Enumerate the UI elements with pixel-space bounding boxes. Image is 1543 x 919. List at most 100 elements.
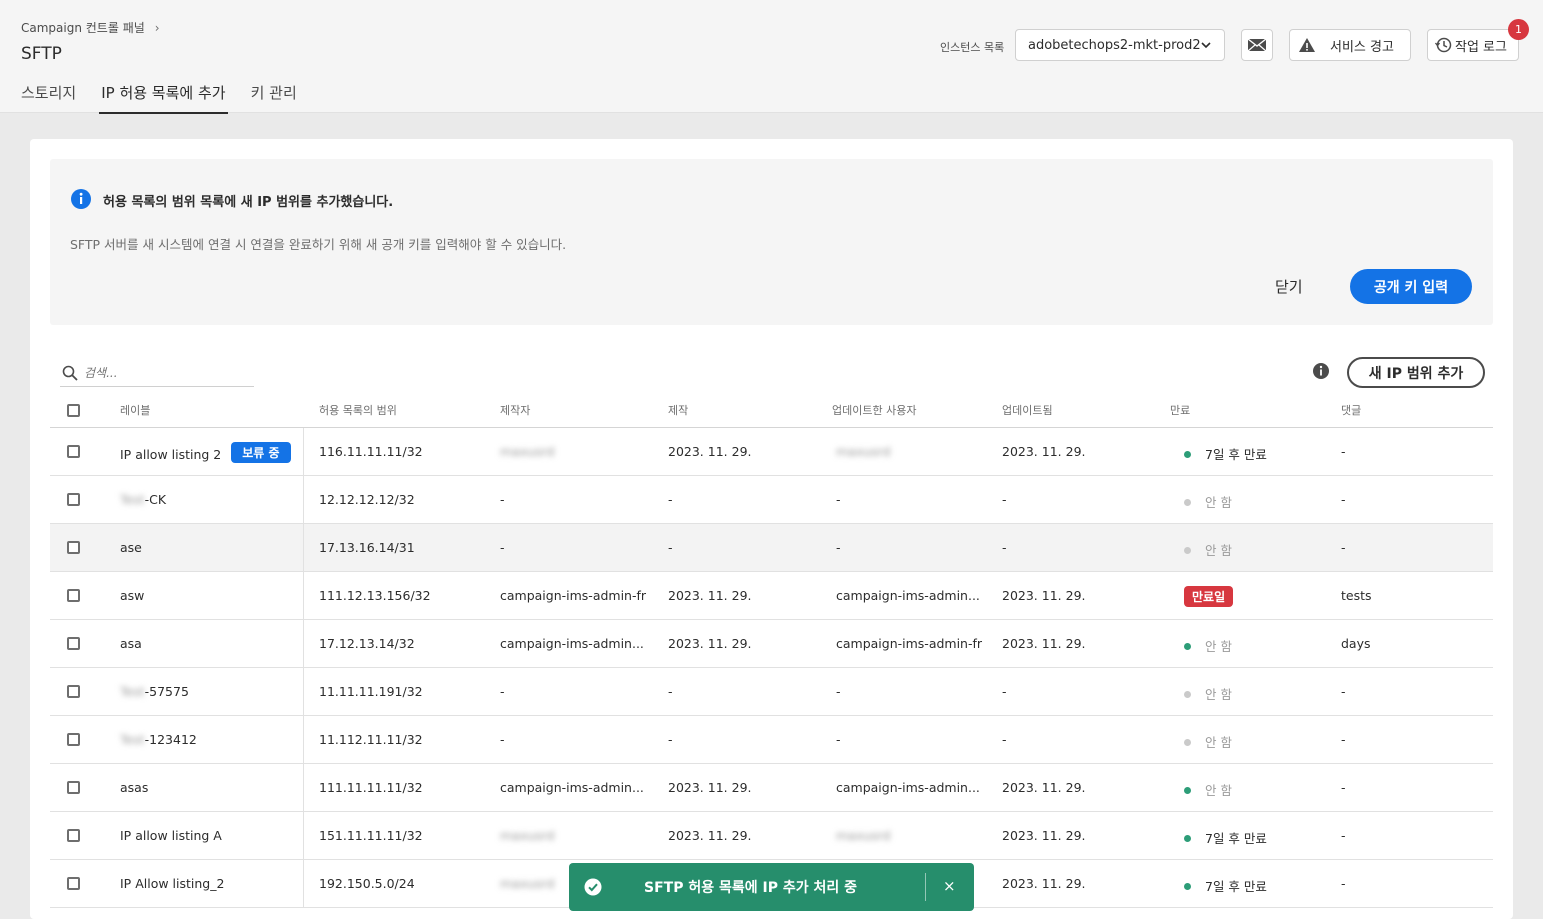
column-divider	[303, 476, 304, 524]
column-divider	[303, 812, 304, 860]
cell-created: 2023. 11. 29.	[668, 636, 752, 651]
warning-icon	[1299, 38, 1315, 52]
cell-range: 17.13.16.14/31	[319, 540, 415, 555]
status-dot	[1184, 643, 1191, 650]
row-checkbox[interactable]	[67, 637, 80, 650]
cell-creator: -	[500, 540, 505, 555]
notification-badge: 1	[1508, 19, 1529, 40]
column-header-created[interactable]: 제작	[668, 402, 688, 418]
banner-close-button[interactable]: 닫기	[1275, 276, 1303, 297]
tab-key-management[interactable]: 키 관리	[251, 80, 297, 113]
cell-comment: -	[1341, 828, 1346, 843]
column-header-updater[interactable]: 업데이트한 사용자	[832, 402, 916, 418]
table-body: IP allow listing 2 보류 중 116.11.11.11/32 max…	[50, 428, 1493, 908]
expiry-text: 7일 후 만료	[1205, 879, 1267, 894]
status-dot	[1184, 883, 1191, 890]
toast-close-button[interactable]: ×	[943, 877, 956, 895]
table-row[interactable]: IP allow listing 2 보류 중 116.11.11.11/32 max…	[50, 428, 1493, 476]
select-all-checkbox[interactable]	[67, 404, 80, 417]
add-ip-range-button[interactable]: 새 IP 범위 추가	[1347, 357, 1485, 388]
breadcrumb-link[interactable]: Campaign 컨트롤 패널	[21, 19, 145, 36]
table-row[interactable]: asas 111.11.11.11/32 campaign-ims-admin...…	[50, 764, 1493, 812]
column-divider	[303, 764, 304, 812]
toast-message: SFTP 허용 목록에 IP 추가 처리 중	[644, 880, 857, 896]
status-dot	[1184, 691, 1191, 698]
cell-range: 192.150.5.0/24	[319, 876, 415, 891]
cell-expiry: 만료일	[1184, 586, 1234, 609]
tab-storage[interactable]: 스토리지	[21, 80, 76, 113]
cell-label: asas	[120, 780, 148, 795]
label-text: asw	[120, 588, 145, 603]
expiry-text: 7일 후 만료	[1205, 447, 1267, 462]
cell-updated: 2023. 11. 29.	[1002, 444, 1086, 459]
cell-updated: -	[1002, 684, 1007, 699]
table-row[interactable]: IP allow listing A 151.11.11.11/32 maxusrd…	[50, 812, 1493, 860]
row-checkbox[interactable]	[67, 541, 80, 554]
row-checkbox[interactable]	[67, 589, 80, 602]
cell-updated: 2023. 11. 29.	[1002, 588, 1086, 603]
cell-creator: maxusrd	[500, 444, 555, 459]
cell-comment: -	[1341, 492, 1346, 507]
instance-select[interactable]: adobetechops2-mkt-prod2	[1015, 29, 1225, 61]
row-checkbox[interactable]	[67, 445, 80, 458]
label-text: IP allow listing A	[120, 828, 222, 843]
job-log-label: 작업 로그	[1455, 39, 1507, 55]
cell-expiry: 7일 후 만료	[1184, 444, 1267, 463]
service-alert-button[interactable]: 서비스 경고	[1289, 29, 1411, 61]
cell-expiry: 안 함	[1184, 732, 1232, 751]
row-checkbox[interactable]	[67, 781, 80, 794]
cell-comment: days	[1341, 636, 1371, 651]
cell-created: -	[668, 540, 673, 555]
table-row[interactable]: ase 17.13.16.14/31 - - - - 안 함 -	[50, 524, 1493, 572]
expiry-text: 7일 후 만료	[1205, 831, 1267, 846]
table-row[interactable]: asw 111.12.13.156/32 campaign-ims-admin-fr…	[50, 572, 1493, 620]
status-dot	[1184, 547, 1191, 554]
cell-updater: maxusrd	[836, 444, 891, 459]
cell-updated: 2023. 11. 29.	[1002, 828, 1086, 843]
table-row[interactable]: Test-CK 12.12.12.12/32 - - - - 안 함 -	[50, 476, 1493, 524]
table-row[interactable]: Test-57575 11.11.11.191/32 - - - - 안 함 -	[50, 668, 1493, 716]
search-input[interactable]	[84, 365, 234, 380]
column-header-comment[interactable]: 댓글	[1341, 402, 1361, 418]
cell-updater: -	[836, 540, 841, 555]
label-text: -123412	[144, 732, 197, 747]
table-row[interactable]: asa 17.12.13.14/32 campaign-ims-admin... 20…	[50, 620, 1493, 668]
tab-ip-allow-list[interactable]: IP 허용 목록에 추가	[99, 80, 228, 114]
label-text: -CK	[144, 492, 167, 507]
expiry-text: 안 함	[1205, 495, 1232, 510]
row-checkbox[interactable]	[67, 733, 80, 746]
cell-creator: maxusrd	[500, 828, 555, 843]
column-header-label[interactable]: 레이블	[120, 402, 150, 418]
expiry-text: 안 함	[1205, 543, 1232, 558]
label-redacted: Test	[120, 732, 145, 747]
column-header-expiry[interactable]: 만료	[1170, 402, 1190, 418]
processing-toast: SFTP 허용 목록에 IP 추가 처리 중 ×	[569, 863, 974, 911]
row-checkbox[interactable]	[67, 877, 80, 890]
column-header-updated[interactable]: 업데이트됨	[1002, 402, 1053, 418]
cell-creator: maxusrd	[500, 876, 555, 891]
cell-updated: 2023. 11. 29.	[1002, 636, 1086, 651]
table-header: 레이블 허용 목록의 범위 제작자 제작 업데이트한 사용자 업데이트됨 만료 …	[50, 392, 1493, 428]
row-checkbox[interactable]	[67, 685, 80, 698]
job-log-button[interactable]: 작업 로그	[1427, 29, 1519, 61]
column-header-creator[interactable]: 제작자	[500, 402, 530, 418]
cell-label: Test-57575	[120, 684, 189, 699]
toast-divider	[925, 873, 926, 901]
info-icon[interactable]	[1312, 362, 1330, 380]
cell-created: -	[668, 732, 673, 747]
row-checkbox[interactable]	[67, 829, 80, 842]
cell-updated: 2023. 11. 29.	[1002, 876, 1086, 891]
cell-comment: -	[1341, 876, 1346, 891]
banner-text: SFTP 서버를 새 시스템에 연결 시 연결을 완료하기 위해 새 공개 키를…	[70, 237, 567, 252]
cell-updated: -	[1002, 540, 1007, 555]
app-header: Campaign 컨트롤 패널 › SFTP 스토리지 IP 허용 목록에 추가…	[0, 0, 1543, 114]
enter-public-key-button[interactable]: 공개 키 입력	[1350, 269, 1472, 304]
table-row[interactable]: Test-123412 11.112.11.11/32 - - - - 안 함 -	[50, 716, 1493, 764]
column-header-range[interactable]: 허용 목록의 범위	[319, 402, 397, 418]
cell-creator: -	[500, 684, 505, 699]
row-checkbox[interactable]	[67, 493, 80, 506]
cell-label: IP allow listing 2 보류 중	[120, 442, 291, 465]
mail-button[interactable]	[1241, 29, 1273, 61]
label-text: asas	[120, 780, 149, 795]
label-text: ase	[120, 540, 142, 555]
